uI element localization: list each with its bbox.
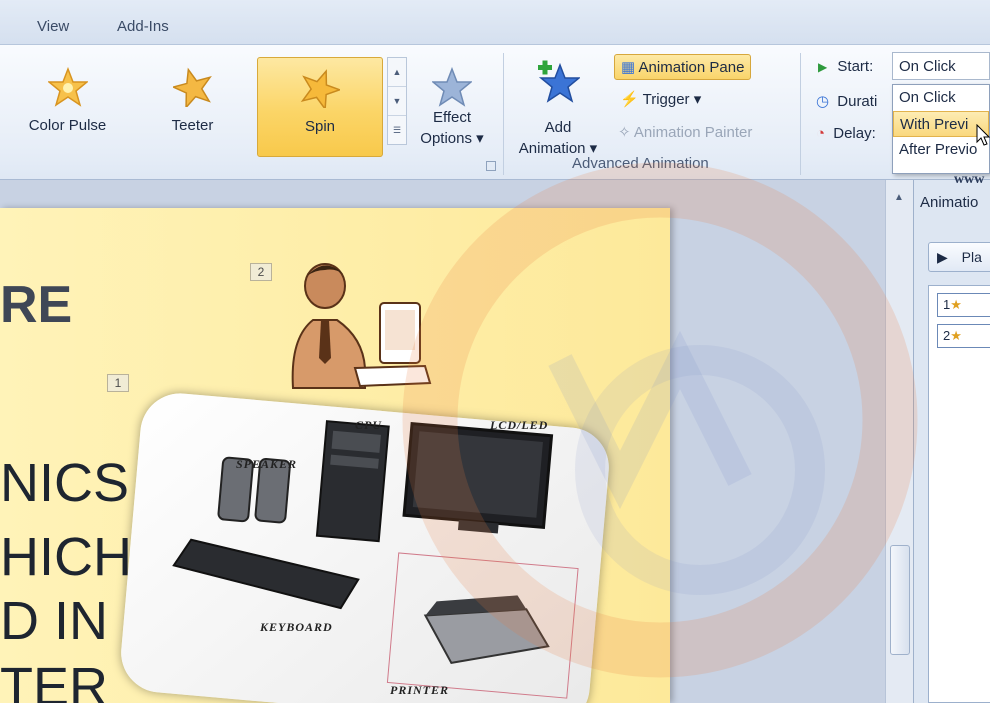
spin-star-icon: ★	[950, 328, 962, 343]
clock-icon: ◷	[816, 93, 830, 110]
animation-label: Color Pulse	[28, 117, 107, 134]
trigger-button[interactable]: ⚡ Trigger ▾	[620, 90, 701, 108]
animation-list-item[interactable]: 2★	[937, 324, 990, 348]
dialog-launcher-icon[interactable]	[486, 161, 496, 171]
duration-label: ◷ Durati	[816, 93, 878, 110]
hardware-label-keyboard: KEYBOARD	[260, 620, 333, 634]
effect-options-line1: Effect	[432, 109, 472, 126]
star-teeter-icon	[172, 67, 212, 107]
effect-options-button[interactable]: Effect Options ▾	[412, 57, 492, 157]
animation-pane-button[interactable]: ▦ Animation Pane	[614, 54, 752, 80]
hardware-label-cpu: CPU	[355, 418, 382, 432]
add-animation-button[interactable]: Add Animation ▾	[508, 57, 608, 157]
animation-teeter-button[interactable]: Teeter	[135, 57, 250, 157]
add-animation-line1: Add	[544, 119, 572, 136]
animation-list-item[interactable]: 1★	[937, 293, 990, 317]
tab-view[interactable]: View	[37, 18, 69, 35]
hardware-label-printer: PRINTER	[390, 683, 450, 697]
vertical-scrollbar[interactable]: ▲	[885, 180, 913, 703]
group-separator	[503, 53, 504, 175]
group-separator	[800, 53, 801, 175]
animation-pane: Animatio ▶ Pla 1★ 2★	[913, 180, 990, 703]
gallery-down-button[interactable]: ▼	[388, 87, 406, 116]
animation-pane-label: Animation Pane	[638, 59, 745, 76]
animation-list: 1★ 2★	[928, 285, 990, 703]
add-animation-star-icon	[538, 60, 580, 103]
slide-text-line: TER	[0, 657, 108, 703]
animation-spin-button[interactable]: Spin	[257, 57, 383, 157]
spin-star-icon: ★	[950, 297, 962, 312]
slide-text-line: HICH	[0, 527, 132, 587]
delay-clock-icon: ◔	[816, 125, 826, 142]
gallery-more-button[interactable]: ☰	[388, 116, 406, 145]
watermark-text: www	[954, 172, 985, 187]
hardware-illustration	[172, 420, 579, 699]
hardware-label-speaker: SPEAKER	[236, 457, 298, 471]
animation-painter-label: Animation Painter	[633, 124, 753, 141]
start-label: ▶ Start:	[818, 58, 874, 75]
mouse-cursor-icon	[976, 124, 990, 146]
gallery-up-button[interactable]: ▲	[388, 58, 406, 87]
animation-order-tag[interactable]: 1	[107, 374, 129, 392]
effect-options-line2: Options ▾	[420, 130, 484, 147]
slide-text-line: D IN	[0, 591, 108, 651]
start-dropdown[interactable]: On Click	[892, 52, 990, 80]
animation-pane-title: Animatio	[920, 194, 979, 211]
start-play-icon: ▶	[818, 60, 828, 74]
gallery-scroll-controls: ▲ ▼ ☰	[387, 57, 407, 145]
group-label-advanced-animation: Advanced Animation	[572, 155, 709, 172]
animation-color-pulse-button[interactable]: Color Pulse	[10, 57, 125, 157]
play-button[interactable]: ▶ Pla	[928, 242, 990, 272]
slide-title-fragment: RE	[0, 276, 73, 334]
delay-label: ◔ Delay:	[816, 125, 876, 142]
play-icon: ▶	[937, 249, 948, 265]
tab-add-ins[interactable]: Add-Ins	[117, 18, 169, 35]
hardware-label-lcd: LCD/LED	[490, 418, 549, 432]
animation-order-tag[interactable]: 2	[250, 263, 272, 281]
star-spin-icon	[300, 69, 340, 108]
trigger-label: Trigger ▾	[642, 91, 702, 108]
computer-hardware-image[interactable]	[117, 390, 613, 703]
effect-star-icon	[432, 67, 472, 107]
scrollbar-thumb[interactable]	[890, 545, 910, 655]
animation-label: Spin	[304, 118, 336, 135]
star-color-pulse-icon	[47, 67, 88, 107]
animation-label: Teeter	[171, 117, 214, 134]
lightning-icon: ⚡	[620, 91, 639, 108]
option-on-click[interactable]: On Click	[893, 85, 989, 111]
slide-text-line: NICS	[0, 453, 130, 513]
animation-painter-button[interactable]: ✧ Animation Painter	[618, 123, 752, 141]
scroll-up-icon[interactable]: ▲	[894, 192, 904, 203]
person-computer-clipart[interactable]	[285, 258, 435, 398]
option-with-previous[interactable]: With Previ	[893, 111, 989, 137]
ribbon-tab-bar: View Add-Ins	[0, 0, 990, 45]
animation-pane-icon: ▦	[621, 59, 639, 76]
animations-ribbon: Color Pulse Teeter Spin ▲ ▼ ☰ Effect Opt…	[0, 45, 990, 180]
option-after-previous[interactable]: After Previo	[893, 137, 989, 163]
painter-brush-icon: ✧	[618, 124, 631, 141]
